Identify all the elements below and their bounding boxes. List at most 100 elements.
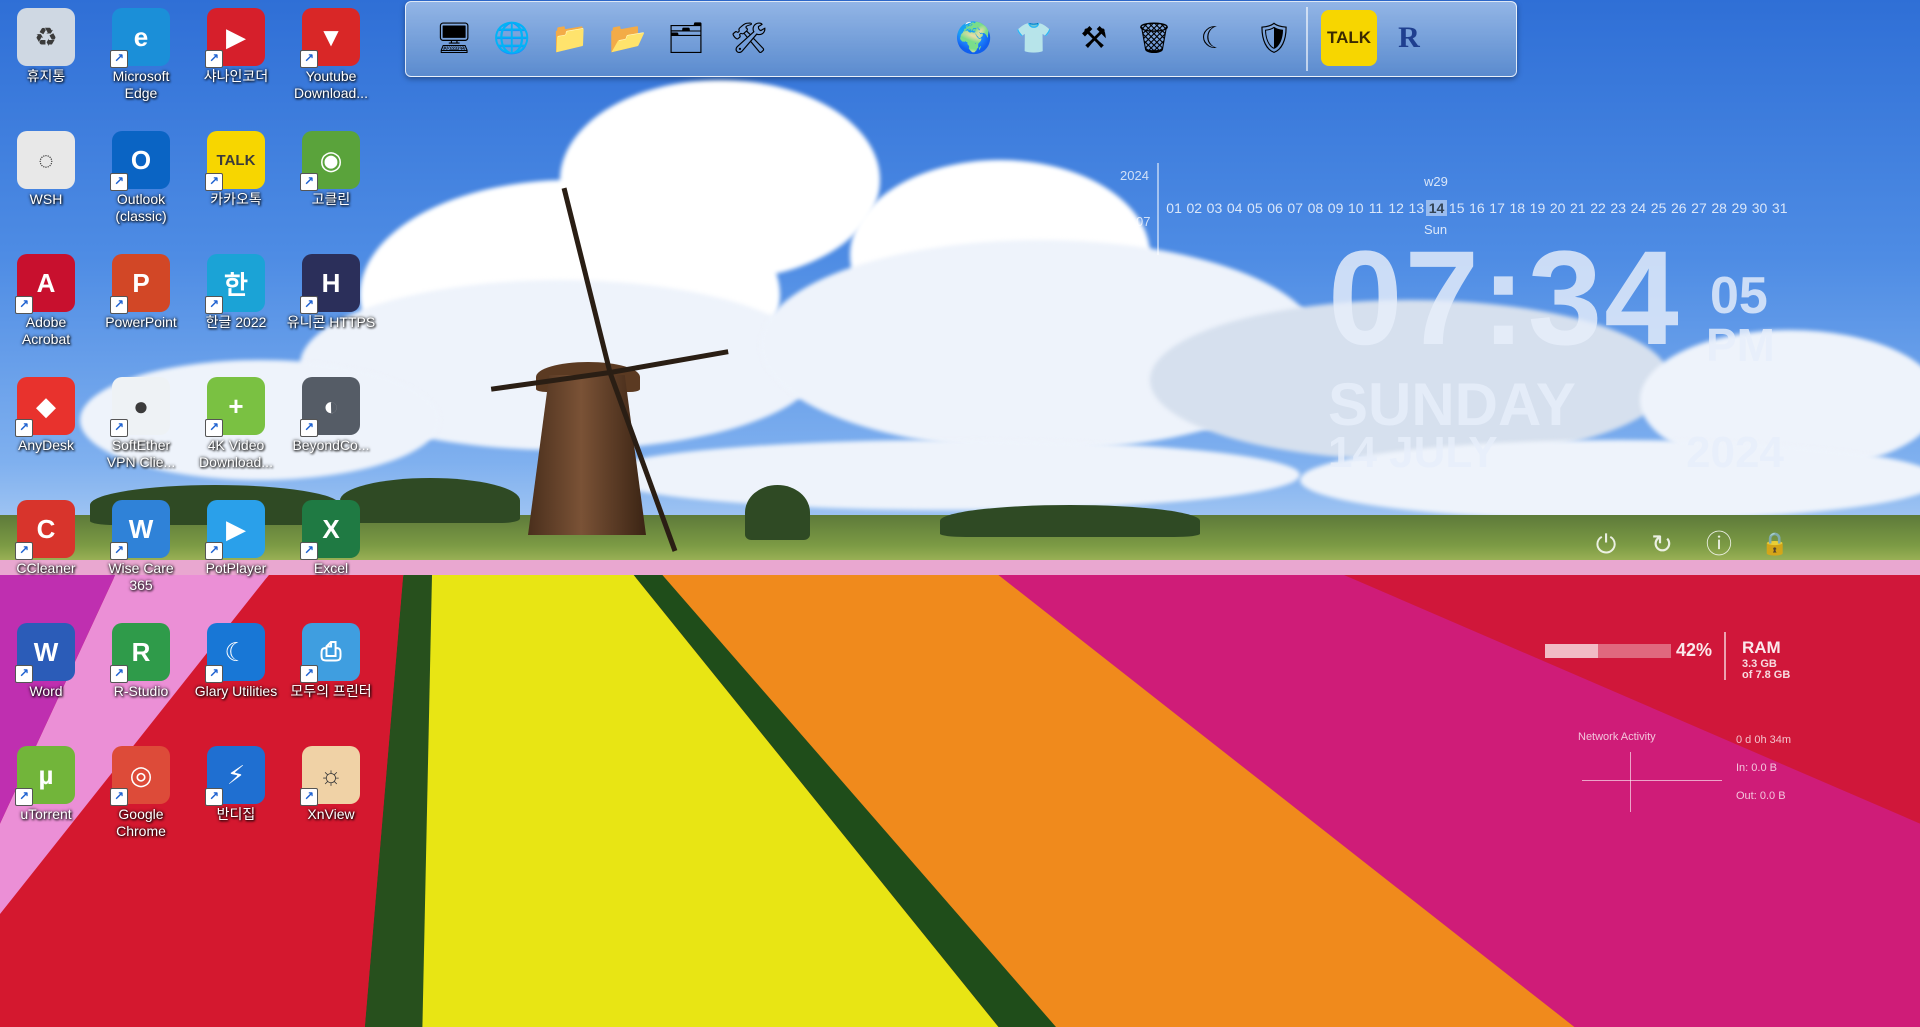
- desktop-icon[interactable]: ☼ ↗ XnView: [286, 742, 376, 823]
- shortcut-arrow-icon: ↗: [205, 296, 223, 314]
- desktop-icon[interactable]: X ↗ Excel: [286, 496, 376, 577]
- kakaotalk-icon: TALK ↗: [205, 131, 265, 191]
- ram-total: of 7.8 GB: [1742, 669, 1791, 681]
- desktop-icon[interactable]: ▶ ↗ PotPlayer: [191, 496, 281, 577]
- unicorn-https-icon: H ↗: [300, 254, 360, 314]
- clock-seconds: 05: [1710, 267, 1768, 325]
- desktop-icon[interactable]: ◐ ↗ BeyondCo...: [286, 373, 376, 454]
- desktop-icon-label: PotPlayer: [205, 560, 267, 576]
- network-graph-axis: [1582, 780, 1722, 781]
- dock-wise-care-icon[interactable]: 🛡: [1246, 10, 1302, 66]
- dock-folder-documents-icon[interactable]: 📂: [600, 10, 656, 66]
- desktop-icon-label: CCleaner: [16, 560, 76, 576]
- desktop-icon-label: Google Chrome: [116, 806, 166, 839]
- desktop-icon[interactable]: R ↗ R-Studio: [96, 619, 186, 700]
- desktop-icon[interactable]: ◆ ↗ AnyDesk: [1, 373, 91, 454]
- dock-hammer-tools-icon[interactable]: ⚒: [1066, 10, 1122, 66]
- dock-tools-icon[interactable]: 🛠: [721, 10, 777, 66]
- calendar-day: 25: [1650, 200, 1667, 216]
- dock-internet-globe-icon[interactable]: 🌍: [946, 10, 1002, 66]
- dock-folder-pictures-icon[interactable]: 🗂: [658, 10, 714, 66]
- shortcut-arrow-icon: ↗: [300, 296, 318, 314]
- calendar-day: 06: [1267, 200, 1283, 216]
- network-out: Out: 0.0 B: [1736, 790, 1786, 802]
- desktop-icon[interactable]: ◎ ↗ Google Chrome: [96, 742, 186, 840]
- dock-r-studio-icon[interactable]: R: [1381, 10, 1437, 66]
- desktop-icon[interactable]: W ↗ Word: [1, 619, 91, 700]
- beyond-compare-icon: ◐ ↗: [300, 377, 360, 437]
- desktop-icon[interactable]: ● ↗ SoftEther VPN Clie...: [96, 373, 186, 471]
- desktop-icon[interactable]: µ ↗ uTorrent: [1, 742, 91, 823]
- dock-recycle-bin-icon[interactable]: 🗑: [1126, 10, 1182, 66]
- desktop-icon-label: Outlook (classic): [115, 191, 167, 224]
- logoff-icon[interactable]: ⓘ: [1705, 530, 1733, 558]
- calendar-day: 01: [1166, 200, 1182, 216]
- shortcut-arrow-icon: ↗: [110, 50, 128, 68]
- desktop-icon[interactable]: ▼ ↗ Youtube Download...: [286, 4, 376, 102]
- desktop-icon[interactable]: 한 ↗ 한글 2022: [191, 250, 281, 331]
- desktop-icon-label: 모두의 프린터: [290, 683, 372, 699]
- desktop-icon[interactable]: O ↗ Outlook (classic): [96, 127, 186, 225]
- desktop-icon-label: Youtube Download...: [294, 68, 368, 101]
- calendar-day: 19: [1529, 200, 1546, 216]
- desktop-icon[interactable]: ♻ 휴지통: [1, 4, 91, 85]
- dock-folder-icon[interactable]: 📁: [542, 10, 598, 66]
- desktop-icon[interactable]: ◉ ↗ 고클린: [286, 127, 376, 208]
- desktop-icon[interactable]: ☾ ↗ Glary Utilities: [191, 619, 281, 700]
- desktop-icon-label: R-Studio: [113, 683, 169, 699]
- dock-tshirt-icon[interactable]: 👕: [1006, 10, 1062, 66]
- desktop-icon[interactable]: ▶ ↗ 샤나인코더: [191, 4, 281, 85]
- rocketdock-bar: 🖥 🌐 📁 📂 🗂 🛠 🌍 👕 ⚒ 🗑 ☾ 🛡 TALK R: [405, 1, 1517, 77]
- calendar-day: 21: [1570, 200, 1586, 216]
- desktop-icon[interactable]: C ↗ CCleaner: [1, 496, 91, 577]
- desktop-icon[interactable]: ⎙ ↗ 모두의 프린터: [286, 619, 376, 700]
- shortcut-arrow-icon: ↗: [300, 50, 318, 68]
- dock-kakaotalk-icon[interactable]: TALK: [1321, 10, 1377, 66]
- ram-usage-fill: [1545, 644, 1598, 658]
- potplayer-icon: ▶ ↗: [205, 500, 265, 560]
- desktop-icon-label: WSH: [29, 191, 63, 207]
- clock-date: 14 JULY: [1328, 428, 1498, 477]
- desktop-icon-label: Wise Care 365: [108, 560, 174, 593]
- ram-usage-bar: [1545, 644, 1671, 658]
- shortcut-arrow-icon: ↗: [205, 419, 223, 437]
- calendar-divider: [1157, 163, 1159, 255]
- desktop-icon-label: Microsoft Edge: [112, 68, 170, 101]
- shortcut-arrow-icon: ↗: [15, 296, 33, 314]
- shortcut-arrow-icon: ↗: [110, 542, 128, 560]
- desktop-icon[interactable]: TALK ↗ 카카오톡: [191, 127, 281, 208]
- lock-icon[interactable]: 🔒: [1761, 530, 1789, 558]
- utorrent-icon: µ ↗: [15, 746, 75, 806]
- desktop-icon-label: 한글 2022: [205, 314, 267, 330]
- desktop-icon[interactable]: e ↗ Microsoft Edge: [96, 4, 186, 102]
- desktop-icon[interactable]: P ↗ PowerPoint: [96, 250, 186, 331]
- calendar-day: 04: [1226, 200, 1243, 216]
- desktop-icon[interactable]: H ↗ 유니콘 HTTPS: [286, 250, 376, 331]
- desktop-icon[interactable]: W ↗ Wise Care 365: [96, 496, 186, 594]
- dock-computer-icon[interactable]: 🖥: [426, 10, 482, 66]
- calendar-day: 02: [1186, 200, 1203, 216]
- desktop-icon-label: Excel: [313, 560, 349, 576]
- shortcut-arrow-icon: ↗: [15, 419, 33, 437]
- shortcut-arrow-icon: ↗: [300, 788, 318, 806]
- desktop-icon[interactable]: + ↗ 4K Video Download...: [191, 373, 281, 471]
- restart-icon[interactable]: ↻: [1648, 530, 1676, 558]
- desktop-icon-label: 4K Video Download...: [199, 437, 273, 470]
- desktop-icon[interactable]: ⚡ ↗ 반디집: [191, 742, 281, 823]
- calendar-day: 27: [1691, 200, 1707, 216]
- ram-percent: 42%: [1676, 640, 1713, 660]
- wsh-file-icon: ◌: [17, 131, 75, 189]
- shutdown-icon[interactable]: ⏻: [1592, 530, 1620, 558]
- dock-glary-utilities-icon[interactable]: ☾: [1186, 10, 1242, 66]
- dock-network-globe-icon[interactable]: 🌐: [484, 10, 540, 66]
- desktop-icon[interactable]: ◌ WSH: [1, 127, 91, 208]
- calendar-month: 07: [1136, 214, 1151, 229]
- calendar-year: 2024: [1120, 168, 1149, 183]
- calendar-day-strip: 01 02 03 04 05 06 07 08 09 10 11 12 13 14 15 16 17 18 19 20…: [1164, 200, 1790, 216]
- bandizip-icon: ⚡ ↗: [205, 746, 265, 806]
- desktop-icon[interactable]: A ↗ Adobe Acrobat: [1, 250, 91, 348]
- clock-year: 2024: [1686, 428, 1784, 477]
- desktop-icon-label: 카카오톡: [210, 191, 262, 207]
- shortcut-arrow-icon: ↗: [15, 542, 33, 560]
- desktop-icon-label: 샤나인코더: [203, 68, 269, 84]
